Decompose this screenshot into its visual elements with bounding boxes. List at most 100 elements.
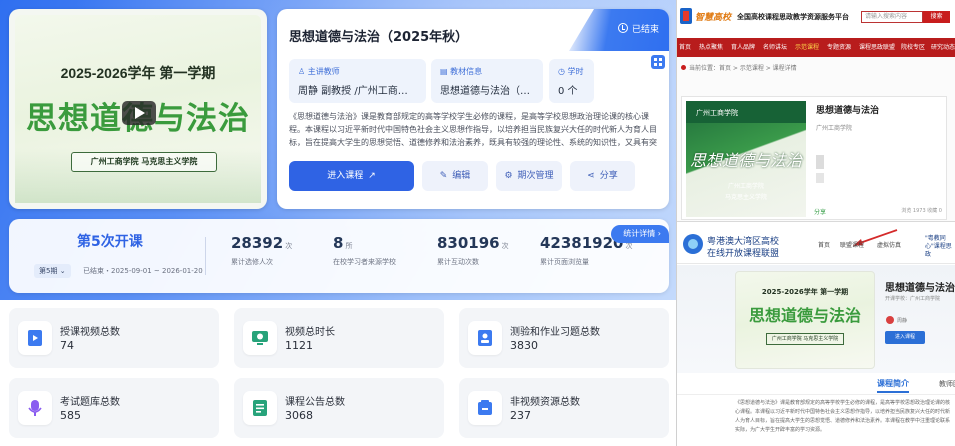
course-card[interactable]: 广州工商学院 思想道德与法治 广州工商学院 马克思主义学院 思想道德与法治 广州… (681, 96, 947, 220)
nav-item[interactable]: 院校专区 (901, 38, 925, 57)
term-manage-button[interactable]: ⚙ 期次管理 (496, 161, 562, 191)
course-tabs: 课程简介 教师团队 (677, 373, 955, 395)
nav-item[interactable]: 专题资源 (827, 38, 851, 57)
breadcrumb: 当前位置：首页 > 示范课程 > 课程详情 (681, 63, 797, 72)
brand-name: 智慧高校 (695, 13, 732, 23)
play-video-icon[interactable] (122, 101, 156, 125)
material-info: ▤ 教材信息 思想道德与法治（2025年版） (431, 59, 543, 103)
course-meta: 开课学校：广州工商学院 (885, 296, 941, 302)
nav-item[interactable]: 热点聚焦 (699, 38, 723, 57)
resource-label: 测验和作业习题总数 (510, 327, 600, 338)
course-title: 思想道德与法治 (816, 106, 880, 116)
teacher-info: ♙ 主讲教师 周静 副教授 /广州工商学院 (289, 59, 426, 103)
exam-icon (18, 391, 52, 425)
notice-icon (243, 391, 277, 425)
nav-item[interactable]: 课程思政联盟 (859, 38, 895, 57)
course-title: 思想道德与法治（2025年秋） (289, 30, 469, 45)
arrow-up-right-icon: ↗ (368, 171, 376, 181)
stat-label: 累计选修人次 (231, 258, 273, 266)
resource-card-videos: 授课视频总数 74 (9, 308, 219, 368)
term-select[interactable]: 第5期 ⌄ (34, 264, 71, 278)
course-description: 《思想道德与法治》课是教育部规定的高等学校学生必修的课程，是高等学校思想政治理论… (289, 112, 657, 147)
cover-university: 广州工商学院 (696, 109, 738, 117)
cover-title: 思想道德与法治 (689, 151, 802, 170)
search-button[interactable]: 搜索 (923, 11, 950, 23)
location-icon (681, 65, 686, 70)
stat-unit: 次 (285, 242, 293, 250)
resource-icon (468, 391, 502, 425)
edit-label: 编辑 (452, 171, 471, 181)
tab-team[interactable]: 教师团队 (939, 379, 955, 389)
settings-icon: ⚙ (504, 171, 513, 181)
grid-menu-icon[interactable] (651, 55, 665, 69)
teacher-label: 主讲教师 (307, 67, 340, 76)
resource-card-notices: 课程公告总数 3068 (234, 378, 444, 438)
nav-item[interactable]: 研究动态 (931, 38, 955, 57)
stat-schools: 8所 在校学习者来源学校 (333, 234, 396, 267)
resource-value: 3830 (510, 339, 538, 352)
enter-course-label: 进入课程 (327, 171, 364, 181)
course-intro-text: 《思想道德与法治》课是教育部规定的高等学校学生必修的课程，是高等学校思想政治理论… (735, 400, 951, 433)
course-cover-image: 广州工商学院 思想道德与法治 广州工商学院 马克思主义学院 (686, 101, 806, 217)
platform-name: 全国高校课程思政教学资源服务平台 (737, 13, 849, 21)
national-platform-screenshot: 智慧高校 全国高校课程思政教学资源服务平台 请输入搜索内容 搜索 首页 热点聚焦… (677, 0, 955, 222)
search-input[interactable]: 请输入搜索内容 (861, 11, 923, 23)
stat-enrollments: 28392 次 累计选修人次 (231, 234, 292, 267)
teacher-value: 周静 副教授 /广州工商学院 (298, 86, 417, 97)
resource-value: 1121 (285, 339, 313, 352)
chevron-right-icon: › (657, 229, 661, 238)
divider (205, 237, 206, 275)
placeholder-block (816, 173, 824, 183)
stat-value: 8 (333, 234, 344, 252)
hours-label: 学时 (567, 67, 584, 76)
cover-subtitle: 马克思主义学院 (724, 194, 767, 201)
nav-item[interactable]: 育人品牌 (731, 38, 755, 57)
course-school: 广州工商学院 (816, 125, 853, 132)
term-status: 已结束・2025-09-01 ~ 2026-01-20 (83, 267, 203, 275)
rb-header: 粤港澳大湾区高校 在线开放课程联盟 首页 联盟课程 虚拟仿真 "粤教同心"课程思… (677, 224, 955, 264)
nav-item[interactable]: "粤教同心"课程思政 (925, 235, 955, 259)
quiz-icon (468, 321, 502, 355)
enter-course-button[interactable]: 进入课程 ↗ (289, 161, 414, 191)
alliance-logo-icon (683, 234, 703, 254)
edit-icon: ✎ (439, 171, 448, 181)
course-cover-card[interactable]: 2025-2026学年 第一学期 思想道德与法治 广州工商学院 马克思主义学院 (9, 9, 267, 209)
share-button[interactable]: ⋖ 分享 (570, 161, 635, 191)
cover-school-line: 广州工商学院 马克思主义学院 (71, 152, 217, 172)
book-icon: ▤ (440, 67, 451, 76)
resource-label: 授课视频总数 (60, 327, 120, 338)
edit-button[interactable]: ✎ 编辑 (422, 161, 488, 191)
cover-school-line: 广州工商学院 马克思主义学院 (766, 333, 844, 345)
resource-stats: 授课视频总数 74 视频总时长 1121 测验和作业习题总数 3830 考试题库… (0, 300, 676, 446)
cover-course-name: 思想道德与法治 (748, 308, 861, 325)
alliance-platform-screenshot: 粤港澳大湾区高校 在线开放课程联盟 首页 联盟课程 虚拟仿真 "粤教同心"课程思… (677, 224, 955, 446)
resource-card-exams: 考试题库总数 585 (9, 378, 219, 438)
hours-value: 0 个 (558, 86, 578, 97)
nav-item[interactable]: 虚拟仿真 (877, 240, 901, 249)
resource-value: 585 (60, 409, 81, 422)
resource-label: 视频总时长 (285, 327, 335, 338)
breadcrumb-text: 当前位置：首页 > 示范课程 > 课程详情 (689, 65, 797, 72)
user-icon: ♙ (298, 67, 308, 76)
share-label: 分享 (599, 171, 618, 181)
tab-intro[interactable]: 课程简介 (877, 378, 909, 393)
nav-item[interactable]: 首页 (818, 240, 830, 249)
resource-value: 237 (510, 409, 531, 422)
resource-label: 考试题库总数 (60, 397, 120, 408)
nav-item-active[interactable]: 示范课程 (795, 38, 819, 57)
nav-item[interactable]: 联盟课程 (840, 240, 864, 249)
stat-value: 830196 (437, 234, 500, 252)
stats-detail-link[interactable]: 统计详情 › (611, 225, 669, 243)
nav-item[interactable]: 名师讲坛 (763, 38, 787, 57)
cover-semester: 2025-2026学年 第一学期 (761, 288, 849, 296)
stat-unit: 次 (501, 242, 509, 250)
stat-interactions: 830196 次 累计互动次数 (437, 234, 509, 267)
course-dashboard: 2025-2026学年 第一学期 思想道德与法治 广州工商学院 马克思主义学院 … (0, 0, 676, 446)
nav-item[interactable]: 首页 (679, 38, 691, 57)
resource-label: 课程公告总数 (285, 397, 345, 408)
cover-subtitle: 广州工商学院 (727, 183, 764, 190)
term-select-value: 第5期 (39, 267, 58, 275)
stat-unit: 次 (625, 242, 633, 250)
enter-course-button[interactable]: 进入课程 (885, 331, 925, 344)
share-link[interactable]: 分享 (814, 207, 826, 216)
